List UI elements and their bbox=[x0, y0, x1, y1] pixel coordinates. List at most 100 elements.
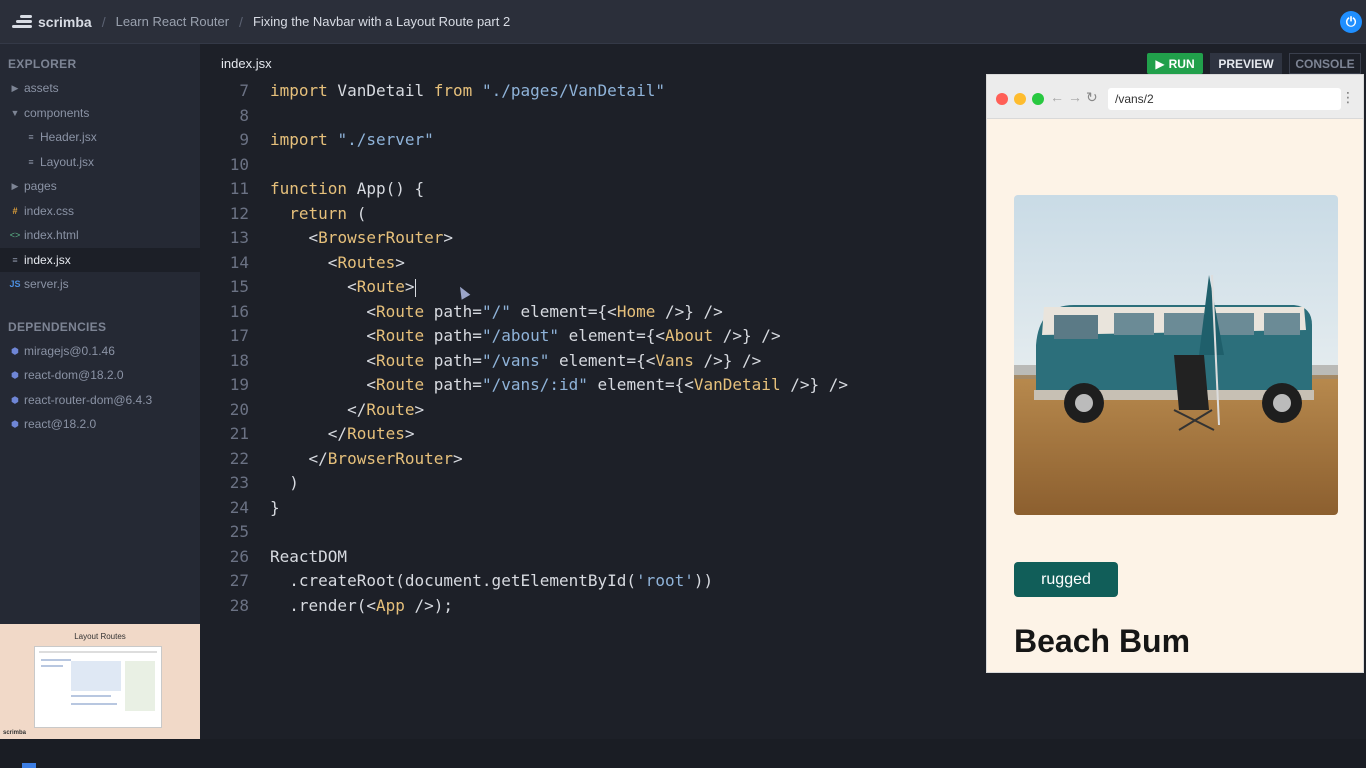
line-number: 13 bbox=[229, 228, 249, 247]
file-item[interactable]: JS server.js bbox=[0, 272, 200, 297]
code-token: Routes bbox=[337, 252, 396, 272]
dependency-item[interactable]: ⬢ react-router-dom@6.4.3 bbox=[0, 388, 200, 413]
file-list: ▶ assets ▼ components ≡ Header.jsx ≡ Layout.jsx… bbox=[0, 76, 200, 297]
code-line[interactable]: 28 .render(<App />); bbox=[200, 594, 986, 619]
code-token: Route bbox=[375, 375, 425, 394]
code-token: element={< bbox=[559, 326, 665, 345]
code-line[interactable]: 12 return ( bbox=[200, 202, 986, 227]
progress-indicator bbox=[22, 763, 36, 768]
file-item[interactable]: ≡ Layout.jsx bbox=[0, 150, 200, 175]
minimize-window-icon[interactable] bbox=[1014, 93, 1026, 105]
line-number: 27 bbox=[229, 571, 249, 590]
code-token: element={< bbox=[510, 301, 617, 321]
code-token: > bbox=[395, 252, 405, 272]
code-text: <Route path="/about" element={<About />}… bbox=[270, 324, 781, 349]
code-line[interactable]: 25 bbox=[200, 520, 986, 545]
dependency-item[interactable]: ⬢ react@18.2.0 bbox=[0, 412, 200, 437]
power-icon[interactable]: ⏻ bbox=[1340, 11, 1362, 33]
code-line[interactable]: 10 bbox=[200, 153, 986, 178]
preview-tab[interactable]: PREVIEW bbox=[1210, 53, 1282, 74]
code-text: } bbox=[270, 496, 280, 521]
code-line[interactable]: 17 <Route path="/about" element={<About … bbox=[200, 324, 986, 349]
file-item[interactable]: ▶ assets bbox=[0, 76, 200, 101]
caret-right-icon: ▶ bbox=[11, 181, 19, 191]
line-number: 8 bbox=[239, 105, 249, 125]
van-photo bbox=[1014, 195, 1338, 515]
code-token: < bbox=[270, 350, 376, 370]
scrimba-logo[interactable]: scrimba bbox=[12, 14, 92, 30]
line-number: 18 bbox=[229, 350, 249, 370]
code-token: < bbox=[270, 252, 338, 272]
close-window-icon[interactable] bbox=[996, 93, 1008, 105]
console-tab[interactable]: CONSOLE bbox=[1289, 53, 1361, 74]
code-line[interactable]: 18 <Route path="/vans" element={<Vans />… bbox=[200, 349, 986, 374]
code-line[interactable]: 15 <Route> bbox=[200, 275, 986, 300]
code-token: from bbox=[433, 81, 473, 100]
code-line[interactable]: 16 <Route path="/" element={<Home />} /> bbox=[200, 300, 986, 325]
code-line[interactable]: 24} bbox=[200, 496, 986, 521]
forward-arrow-icon[interactable]: → bbox=[1068, 89, 1082, 105]
code-line[interactable]: 20 </Route> bbox=[200, 398, 986, 423]
code-line[interactable]: 22 </BrowserRouter> bbox=[200, 447, 986, 472]
code-text: <Route path="/vans/:id" element={<VanDet… bbox=[270, 373, 848, 398]
code-line[interactable]: 27 .createRoot(document.getElementById('… bbox=[200, 569, 986, 594]
file-item[interactable]: <> index.html bbox=[0, 223, 200, 248]
file-item[interactable]: ≡ index.jsx bbox=[0, 247, 200, 272]
back-arrow-icon[interactable]: ← bbox=[1050, 89, 1064, 105]
code-editor[interactable]: 7 import VanDetail from "./pages/VanDetai… bbox=[200, 79, 986, 618]
address-bar[interactable]: /vans/2 bbox=[1108, 88, 1341, 110]
line-number: 23 bbox=[229, 473, 249, 492]
code-line[interactable]: 14 <Routes> bbox=[200, 251, 986, 276]
code-token: </ bbox=[270, 448, 328, 468]
js-file-icon: JS bbox=[9, 279, 21, 289]
file-label: components bbox=[24, 105, 90, 120]
code-token: } bbox=[270, 497, 280, 517]
code-line[interactable]: 7 import VanDetail from "./pages/VanDetai… bbox=[200, 79, 986, 104]
dependency-item[interactable]: ⬢ react-dom@18.2.0 bbox=[0, 363, 200, 388]
reload-icon[interactable]: ↻ bbox=[1086, 89, 1098, 106]
code-token: />} /> bbox=[693, 350, 762, 370]
code-line[interactable]: 26 ReactDOM bbox=[200, 545, 986, 570]
dependency-label: react-router-dom@6.4.3 bbox=[24, 392, 153, 407]
code-token: />} /> bbox=[713, 326, 781, 345]
maximize-window-icon[interactable] bbox=[1032, 93, 1044, 105]
van-type-badge[interactable]: rugged bbox=[1014, 562, 1118, 597]
code-token: import bbox=[270, 130, 328, 149]
instructor-video-thumbnail[interactable]: Layout Routes scrimba bbox=[0, 624, 200, 739]
file-item[interactable]: ▼ components bbox=[0, 101, 200, 126]
code-line[interactable]: 13 <BrowserRouter> bbox=[200, 226, 986, 251]
dependency-label: react-dom@18.2.0 bbox=[24, 368, 124, 382]
more-options-icon[interactable]: ⋮ bbox=[1341, 89, 1355, 106]
file-label: index.jsx bbox=[24, 252, 71, 267]
dependency-item[interactable]: ⬢ miragejs@0.1.46 bbox=[0, 339, 200, 364]
dependency-label: react@18.2.0 bbox=[24, 417, 97, 431]
package-icon: ⬢ bbox=[11, 345, 19, 356]
run-button[interactable]: ▶ RUN bbox=[1147, 53, 1203, 74]
code-line[interactable]: 19 <Route path="/vans/:id" element={<Van… bbox=[200, 373, 986, 398]
breadcrumb-course[interactable]: Learn React Router bbox=[116, 14, 229, 29]
dependencies-heading: DEPENDENCIES bbox=[8, 319, 107, 334]
code-line[interactable]: 21 </Routes> bbox=[200, 422, 986, 447]
code-line[interactable]: 9 import "./server" bbox=[200, 128, 986, 153]
code-token: </ bbox=[270, 399, 367, 419]
breadcrumb-separator: / bbox=[101, 13, 106, 30]
code-line[interactable]: 8 bbox=[200, 104, 986, 129]
file-item[interactable]: ≡ Header.jsx bbox=[0, 125, 200, 150]
editor-tab-index-jsx[interactable]: index.jsx bbox=[221, 56, 272, 71]
dependency-label: miragejs@0.1.46 bbox=[24, 343, 115, 358]
code-token: />); bbox=[404, 595, 454, 615]
code-token: BrowserRouter bbox=[327, 448, 454, 468]
file-item[interactable]: ▶ pages bbox=[0, 174, 200, 199]
code-token: < bbox=[270, 301, 376, 321]
package-icon: ⬢ bbox=[11, 394, 19, 405]
top-bar: scrimba / Learn React Router / Fixing th… bbox=[0, 0, 1366, 44]
code-token: "/vans" bbox=[481, 350, 550, 370]
jsx-file-icon: ≡ bbox=[28, 156, 34, 167]
file-item[interactable]: # index.css bbox=[0, 199, 200, 224]
line-number: 26 bbox=[229, 546, 249, 566]
code-line[interactable]: 23 ) bbox=[200, 471, 986, 496]
code-token: > bbox=[404, 277, 415, 296]
code-token: < bbox=[270, 277, 357, 296]
code-line[interactable]: 11 function App() { bbox=[200, 177, 986, 202]
